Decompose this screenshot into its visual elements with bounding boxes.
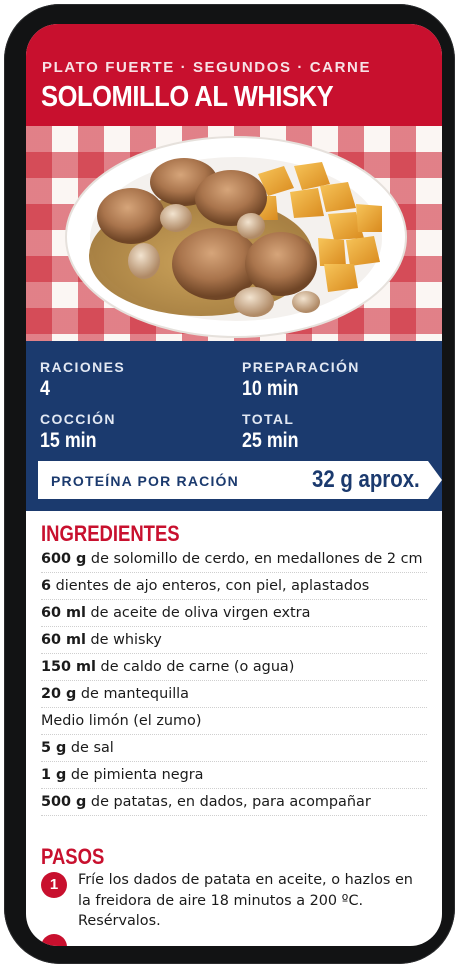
protein-value: 32 g aprox. (312, 466, 420, 493)
servings-value: 4 (40, 377, 50, 400)
cook-time-label: COCCIÓN (40, 411, 116, 427)
prep-time-label: PREPARACIÓN (242, 359, 360, 375)
ingredient-qty: 600 g (41, 551, 87, 567)
protein-banner: PROTEÍNA POR RACIÓN 32 g aprox. (38, 461, 442, 499)
ingredient-text: dientes de ajo enteros, con piel, aplast… (51, 578, 370, 594)
protein-label: PROTEÍNA POR RACIÓN (51, 473, 239, 489)
ingredient-item: 6 dientes de ajo enteros, con piel, apla… (41, 573, 427, 600)
ingredient-qty: 500 g (41, 794, 87, 810)
ingredient-qty: 5 g (41, 740, 67, 756)
ingredient-text: de solomillo de cerdo, en medallones de … (86, 551, 423, 567)
ingredient-item: 600 g de solomillo de cerdo, en medallon… (41, 546, 427, 573)
ingredient-text: de aceite de oliva virgen extra (85, 605, 311, 621)
recipe-category: PLATO FUERTE · SEGUNDOS · CARNE (42, 59, 372, 76)
ingredient-qty: 1 g (41, 767, 67, 783)
ingredient-item: 500 g de patatas, en dados, para acompañ… (41, 789, 427, 816)
step-number: 1 (41, 872, 67, 898)
ingredient-list: 600 g de solomillo de cerdo, en medallon… (41, 546, 427, 816)
ingredient-item: 20 g de mantequilla (41, 681, 427, 708)
ingredient-qty: 60 ml (41, 605, 86, 621)
recipe-header: PLATO FUERTE · SEGUNDOS · CARNE SOLOMILL… (26, 24, 442, 126)
app-screen: PLATO FUERTE · SEGUNDOS · CARNE SOLOMILL… (26, 24, 442, 946)
ingredient-text: de caldo de carne (o agua) (95, 659, 295, 675)
ingredient-item: Medio limón (el zumo) (41, 708, 427, 735)
ingredient-text: de pimienta negra (66, 767, 204, 783)
ingredient-qty: 60 ml (41, 632, 86, 648)
total-time-label: TOTAL (242, 411, 295, 427)
servings-label: RACIONES (40, 359, 126, 375)
ingredient-item: 150 ml de caldo de carne (o agua) (41, 654, 427, 681)
prep-time-value: 10 min (242, 377, 299, 400)
ingredient-text: de sal (66, 740, 114, 756)
ingredient-qty: 6 (41, 578, 52, 594)
ingredient-text: de patatas, en dados, para acompañar (86, 794, 371, 810)
ingredient-qty: 20 g (41, 686, 77, 702)
phone-frame: PLATO FUERTE · SEGUNDOS · CARNE SOLOMILL… (4, 4, 455, 964)
step-text: Fríe los dados de patata en aceite, o ha… (78, 872, 413, 929)
steps-title: PASOS (41, 844, 105, 869)
cook-time-value: 15 min (40, 429, 97, 452)
step-number-partial (41, 934, 67, 946)
ingredient-item: 60 ml de whisky (41, 627, 427, 654)
ingredient-item: 60 ml de aceite de oliva virgen extra (41, 600, 427, 627)
ingredient-text: Medio limón (el zumo) (41, 713, 202, 729)
total-time-value: 25 min (242, 429, 299, 452)
dish-photo (26, 126, 442, 341)
ingredient-item: 5 g de sal (41, 735, 427, 762)
ingredient-text: de mantequilla (76, 686, 190, 702)
ingredients-title: INGREDIENTES (41, 521, 180, 546)
recipe-title: SOLOMILLO AL WHISKY (41, 81, 334, 113)
ingredient-text: de whisky (85, 632, 162, 648)
ingredient-qty: 150 ml (41, 659, 96, 675)
ingredient-item: 1 g de pimienta negra (41, 762, 427, 789)
